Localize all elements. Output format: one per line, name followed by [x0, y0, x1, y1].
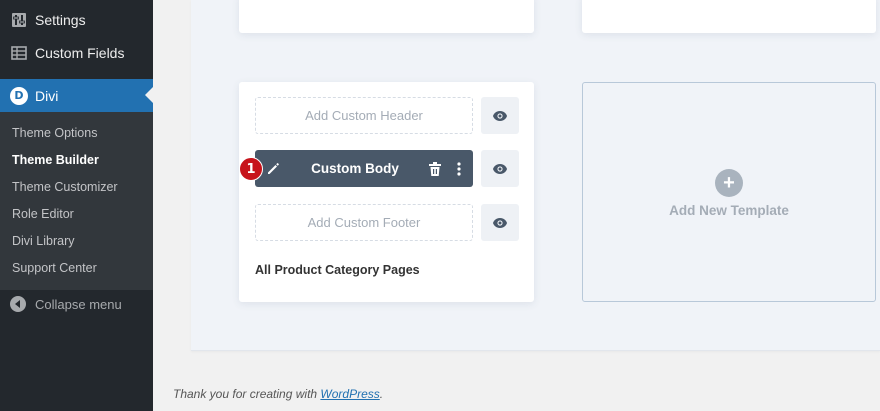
divi-logo-wrapper: D [10, 86, 28, 105]
submenu-item-support-center[interactable]: Support Center [12, 261, 97, 275]
step-number-badge: 1 [239, 157, 263, 181]
eye-icon [493, 110, 507, 121]
trash-icon[interactable] [427, 160, 443, 178]
template-card-partial [239, 0, 534, 33]
footer-prefix: Thank you for creating with [173, 387, 321, 401]
body-visibility-toggle[interactable] [481, 150, 519, 187]
wordpress-link[interactable]: WordPress [320, 387, 379, 401]
template-title: All Product Category Pages [255, 263, 420, 277]
custom-body-layout[interactable]: Custom Body [255, 150, 473, 187]
add-new-template-button[interactable]: + Add New Template [582, 82, 876, 302]
add-custom-header-button[interactable]: Add Custom Header [255, 97, 473, 134]
submenu-item-role-editor[interactable]: Role Editor [12, 207, 74, 221]
menu-item-divi[interactable]: D Divi [0, 79, 153, 112]
template-card: Add Custom Header Custom Body Add Custom… [239, 82, 534, 302]
collapse-menu-button[interactable]: Collapse menu [0, 293, 153, 315]
submenu-item-divi-library[interactable]: Divi Library [12, 234, 75, 248]
menu-item-label: Divi [35, 87, 59, 104]
divi-logo-icon: D [10, 86, 28, 105]
more-dots-icon[interactable] [451, 160, 467, 178]
eye-icon [493, 217, 507, 228]
admin-sidebar: Settings Custom Fields D Divi Theme Opti… [0, 0, 153, 411]
collapse-menu-label: Collapse menu [35, 296, 122, 312]
template-card-partial [582, 0, 876, 33]
header-visibility-toggle[interactable] [481, 97, 519, 134]
submenu-item-theme-customizer[interactable]: Theme Customizer [12, 180, 118, 194]
submenu-item-theme-options[interactable]: Theme Options [12, 126, 97, 140]
footer-suffix: . [379, 387, 384, 401]
current-menu-arrow [145, 87, 153, 103]
add-custom-footer-button[interactable]: Add Custom Footer [255, 204, 473, 241]
add-new-template-label: Add New Template [669, 203, 789, 218]
custom-fields-icon [10, 44, 28, 62]
settings-icon [10, 11, 28, 29]
eye-icon [493, 163, 507, 174]
plus-icon: + [715, 169, 743, 197]
custom-body-label: Custom Body [311, 161, 399, 176]
footer-visibility-toggle[interactable] [481, 204, 519, 241]
submenu-item-theme-builder[interactable]: Theme Builder [12, 153, 99, 167]
divi-submenu: Theme Options Theme Builder Theme Custom… [0, 112, 153, 290]
menu-item-custom-fields[interactable]: Custom Fields [0, 38, 153, 68]
collapse-arrow-icon [10, 296, 26, 312]
menu-item-settings[interactable]: Settings [0, 5, 153, 35]
menu-item-label: Custom Fields [35, 45, 125, 61]
admin-footer-text: Thank you for creating with WordPress. [173, 387, 383, 401]
menu-item-label: Settings [35, 12, 86, 28]
